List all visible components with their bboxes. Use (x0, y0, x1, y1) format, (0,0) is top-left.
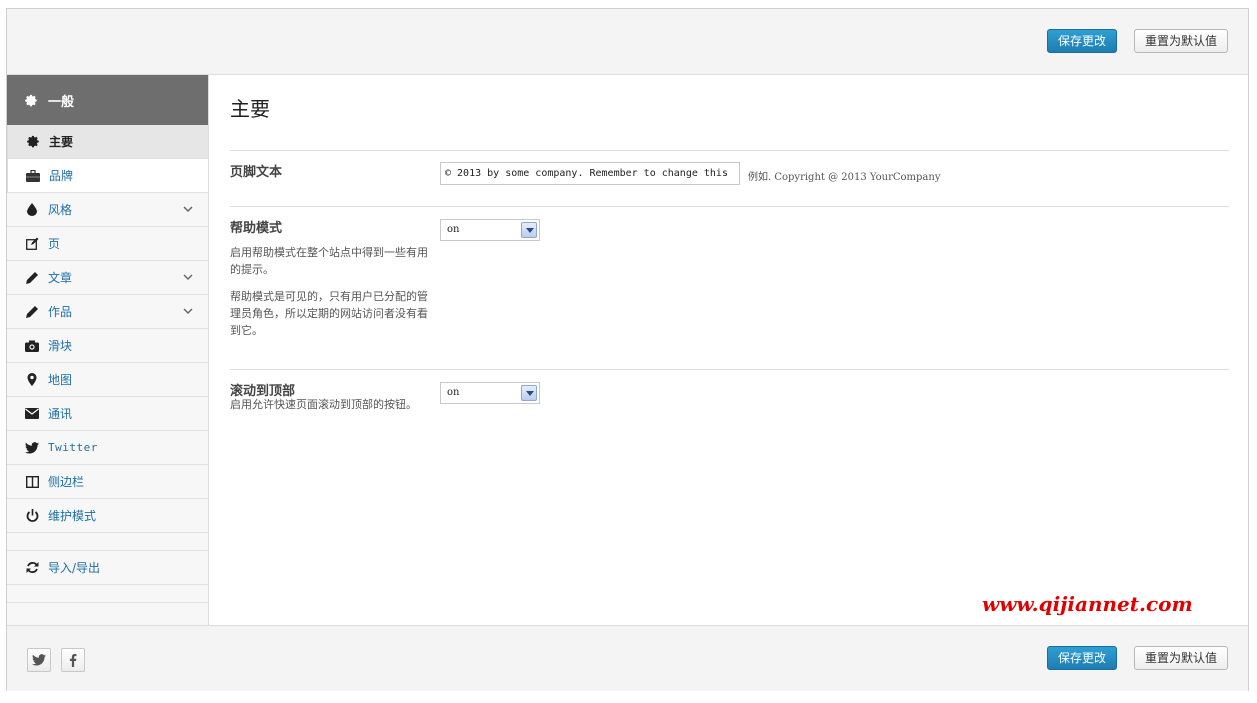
sidebar-item-import-export[interactable]: 导入/导出 (7, 551, 208, 585)
sidebar-item-label: 导入/导出 (48, 561, 101, 575)
sidebar-divider (7, 585, 208, 603)
sidebar-item-sidebar[interactable]: 侧边栏 (7, 465, 208, 499)
main-content: 主要 页脚文本 © 2013 by some company. Remember… (230, 75, 1230, 625)
sidebar-item-label: 主要 (49, 135, 74, 149)
drop-icon (24, 202, 40, 218)
sidebar-item-main[interactable]: 主要 (7, 125, 208, 159)
sidebar-item-posts[interactable]: 文章 (7, 261, 208, 295)
scroll-top-desc: 启用允许快速页面滚动到顶部的按钮。 (230, 398, 417, 411)
sidebar-item-slider[interactable]: 滑块 (7, 329, 208, 363)
sidebar-section-label: 一般 (48, 94, 75, 110)
options-panel: 保存更改 重置为默认值 一般 主要 品牌 风格 页 文章 作品 滑块 地图 通讯… (6, 8, 1249, 691)
sidebar-item-label: 侧边栏 (48, 475, 85, 489)
reset-button[interactable]: 重置为默认值 (1134, 29, 1228, 53)
footer-text-input[interactable]: © 2013 by some company. Remember to chan… (440, 162, 740, 185)
sidebar-item-map[interactable]: 地图 (7, 363, 208, 397)
watermark-text: www.qijiannet.com (982, 592, 1193, 616)
help-mode-select-value: on (447, 224, 460, 235)
sidebar-item-label: 地图 (48, 373, 73, 387)
divider (230, 206, 1229, 207)
help-mode-select[interactable]: on (440, 219, 540, 241)
bottom-toolbar: 保存更改 重置为默认值 (7, 625, 1248, 691)
sidebar-divider (7, 533, 208, 551)
gear-icon (25, 134, 41, 150)
top-toolbar: 保存更改 重置为默认值 (7, 9, 1248, 75)
twitter-icon (32, 654, 46, 666)
sidebar-item-newsletter[interactable]: 通讯 (7, 397, 208, 431)
save-button[interactable]: 保存更改 (1047, 646, 1117, 670)
reset-button[interactable]: 重置为默认值 (1134, 646, 1228, 670)
page-title: 主要 (230, 97, 270, 121)
divider (230, 150, 1229, 151)
sidebar-item-label: 品牌 (49, 169, 74, 183)
footer-text-label: 页脚文本 (230, 165, 283, 180)
sidebar: 一般 主要 品牌 风格 页 文章 作品 滑块 地图 通讯 Twitter 侧边栏… (7, 75, 209, 625)
sidebar-item-label: 通讯 (48, 407, 73, 421)
pencil-icon (24, 304, 40, 320)
briefcase-icon (25, 168, 41, 184)
edit-icon (24, 236, 40, 252)
map-marker-icon (24, 372, 40, 388)
sidebar-item-portfolio[interactable]: 作品 (7, 295, 208, 329)
twitter-icon (24, 440, 40, 456)
save-button[interactable]: 保存更改 (1047, 29, 1117, 53)
sidebar-item-maintenance[interactable]: 维护模式 (7, 499, 208, 533)
chevron-down-icon (183, 274, 193, 281)
sidebar-item-label: 文章 (48, 271, 73, 285)
power-icon (24, 508, 40, 524)
facebook-icon (69, 653, 77, 667)
help-mode-desc: 启用帮助模式在整个站点中得到一些有用的提示。 (230, 246, 428, 276)
chevron-down-icon[interactable] (521, 385, 537, 401)
sidebar-item-brand[interactable]: 品牌 (7, 159, 208, 193)
sidebar-item-label: 作品 (48, 305, 73, 319)
facebook-share-button[interactable] (61, 648, 85, 672)
gear-icon (25, 94, 38, 107)
chevron-down-icon (183, 206, 193, 213)
sidebar-item-twitter[interactable]: Twitter (7, 431, 208, 465)
camera-icon (24, 338, 40, 354)
sidebar-item-style[interactable]: 风格 (7, 193, 208, 227)
sidebar-item-label: 页 (48, 237, 61, 251)
scroll-top-select-value: on (447, 387, 460, 398)
sidebar-item-page[interactable]: 页 (7, 227, 208, 261)
footer-text-hint: 例如. Copyright @ 2013 YourCompany (748, 172, 941, 183)
pencil-icon (24, 270, 40, 286)
chevron-down-icon[interactable] (521, 222, 537, 238)
sidebar-section-general[interactable]: 一般 (7, 75, 208, 125)
help-mode-label: 帮助模式 (230, 221, 283, 236)
refresh-icon (24, 560, 40, 576)
scroll-top-select[interactable]: on (440, 382, 540, 404)
divider (230, 369, 1229, 370)
twitter-share-button[interactable] (27, 648, 51, 672)
envelope-icon (24, 406, 40, 422)
sidebar-item-label: 维护模式 (48, 509, 97, 523)
columns-icon (24, 474, 40, 490)
sidebar-item-label: 风格 (48, 203, 73, 217)
help-mode-desc-extra: 帮助模式是可见的，只有用户已分配的管理员角色，所以定期的网站访问者没有看到它。 (230, 290, 428, 337)
chevron-down-icon (183, 308, 193, 315)
sidebar-item-label: 滑块 (48, 339, 73, 353)
sidebar-item-label: Twitter (48, 441, 98, 454)
